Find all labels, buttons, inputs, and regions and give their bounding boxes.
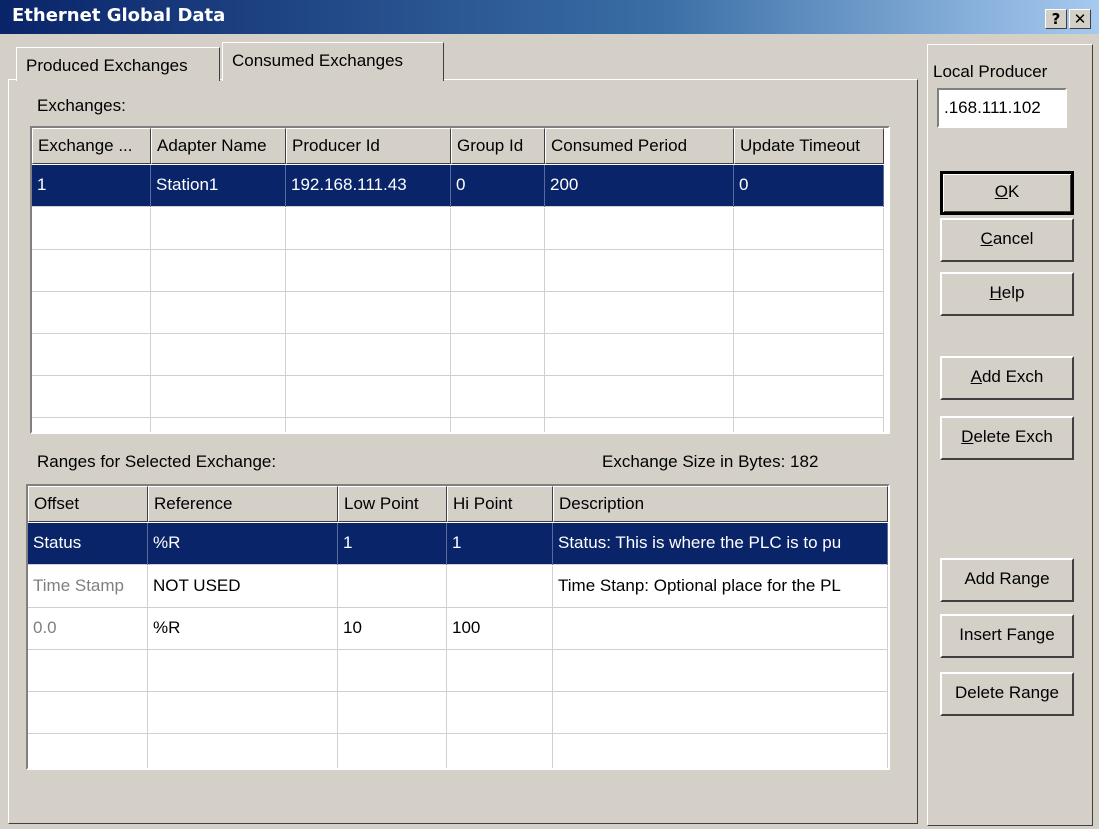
cell-update-timeout: 0 (734, 165, 884, 207)
column-header-group-id[interactable]: Group Id (451, 128, 545, 164)
column-header-description[interactable]: Description (553, 486, 888, 522)
empty-row[interactable] (28, 650, 888, 692)
window-title: Ethernet Global Data (12, 5, 226, 26)
column-header-update-timeout[interactable]: Update Timeout (734, 128, 884, 164)
cell-offset: Time Stamp (28, 566, 148, 608)
cell-reference: %R (148, 523, 338, 565)
empty-row[interactable] (32, 418, 884, 432)
delete-exchange-button[interactable]: Delete Exch (940, 416, 1074, 460)
ranges-table[interactable]: Offset Reference Low Point Hi Point Desc… (26, 484, 890, 770)
delete-range-button[interactable]: Delete Range (940, 672, 1074, 716)
table-row[interactable]: Status %R 1 1 Status: This is where the … (28, 523, 888, 565)
exchange-size-label: Exchange Size in Bytes: 182 (602, 452, 819, 471)
exchanges-label: Exchanges: (37, 96, 126, 115)
cell-group-id: 0 (451, 165, 545, 207)
cell-adapter-name: Station1 (151, 165, 286, 207)
local-producer-input[interactable]: .168.111.102 (937, 88, 1067, 128)
cell-producer-id: 192.168.111.43 (286, 165, 451, 207)
table-row[interactable]: 1 Station1 192.168.111.43 0 200 0 (32, 165, 884, 207)
cell-consumed-period: 200 (545, 165, 734, 207)
close-icon[interactable]: ✕ (1069, 9, 1091, 29)
ranges-label: Ranges for Selected Exchange: (37, 452, 277, 471)
exchanges-table[interactable]: Exchange ... Adapter Name Producer Id Gr… (30, 126, 890, 434)
help-caption-button[interactable]: ? (1045, 9, 1067, 29)
column-header-adapter-name[interactable]: Adapter Name (151, 128, 286, 164)
tab-produced-exchanges[interactable]: Produced Exchanges (16, 47, 220, 81)
cell-hi-point (447, 566, 553, 608)
empty-row[interactable] (32, 250, 884, 292)
ok-button[interactable]: OK (940, 171, 1074, 215)
cancel-button[interactable]: Cancel (940, 218, 1074, 262)
cell-offset: Status (28, 523, 148, 565)
cell-reference: NOT USED (148, 566, 338, 608)
column-header-consumed-period[interactable]: Consumed Period (545, 128, 734, 164)
empty-row[interactable] (28, 734, 888, 768)
cell-description (553, 608, 888, 650)
add-range-button[interactable]: Add Range (940, 558, 1074, 602)
cell-exchange: 1 (32, 165, 151, 207)
empty-row[interactable] (32, 376, 884, 418)
empty-row[interactable] (32, 208, 884, 250)
cell-description: Time Stanp: Optional place for the PL (553, 566, 888, 608)
tab-consumed-exchanges[interactable]: Consumed Exchanges (222, 42, 444, 81)
cell-hi-point: 1 (447, 523, 553, 565)
column-header-producer-id[interactable]: Producer Id (286, 128, 451, 164)
column-header-offset[interactable]: Offset (28, 486, 148, 522)
table-row[interactable]: 0.0 %R 10 100 (28, 608, 888, 650)
cell-description: Status: This is where the PLC is to pu (553, 523, 888, 565)
column-header-low-point[interactable]: Low Point (338, 486, 447, 522)
column-header-hi-point[interactable]: Hi Point (447, 486, 553, 522)
cell-hi-point: 100 (447, 608, 553, 650)
cell-low-point: 1 (338, 523, 447, 565)
help-button[interactable]: Help (940, 272, 1074, 316)
add-exchange-button[interactable]: Add Exch (940, 356, 1074, 400)
insert-range-button[interactable]: Insert Fange (940, 614, 1074, 658)
column-header-reference[interactable]: Reference (148, 486, 338, 522)
table-row[interactable]: Time Stamp NOT USED Time Stanp: Optional… (28, 566, 888, 608)
cell-reference: %R (148, 608, 338, 650)
local-producer-label: Local Producer (933, 62, 1048, 81)
column-header-exchange[interactable]: Exchange ... (32, 128, 151, 164)
empty-row[interactable] (28, 692, 888, 734)
empty-row[interactable] (32, 334, 884, 376)
cell-offset: 0.0 (28, 608, 148, 650)
empty-row[interactable] (32, 292, 884, 334)
cell-low-point: 10 (338, 608, 447, 650)
cell-low-point (338, 566, 447, 608)
